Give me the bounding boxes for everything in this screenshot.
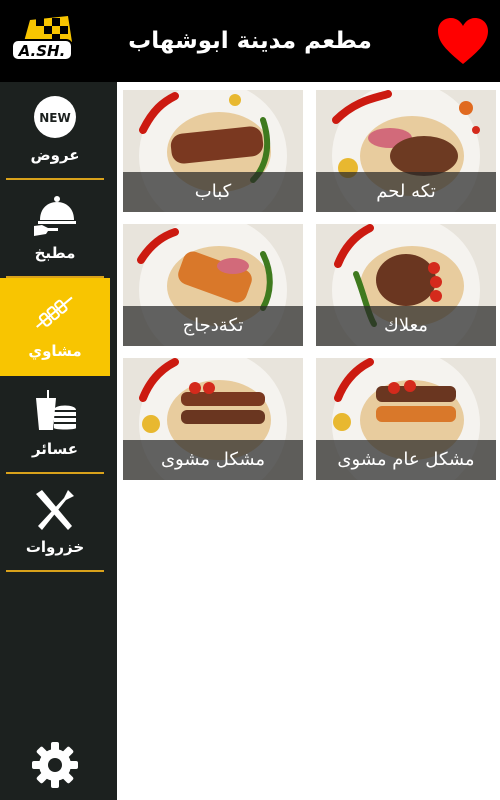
menu-item-tikka-lahm[interactable]: تكه لحم: [316, 90, 496, 212]
sidebar-item-kitchen[interactable]: مطبخ: [0, 180, 110, 278]
fork-knife-icon: [36, 490, 74, 530]
sidebar-item-salads[interactable]: خزروات: [0, 474, 110, 572]
menu-item-mixed-grill-general[interactable]: مشكل عام مشوى: [316, 358, 496, 480]
menu-item-tikka-dajaj[interactable]: تكةدجاج: [123, 224, 303, 346]
drink-burger-icon: [36, 390, 76, 430]
sidebar-item-offers[interactable]: NEW عروض: [0, 82, 110, 180]
divider: [6, 570, 104, 572]
new-badge-text: NEW: [39, 111, 70, 125]
menu-item-label: كباب: [194, 181, 232, 202]
sidebar-item-label: عسائر: [31, 440, 79, 458]
menu-item-kebab[interactable]: كباب: [123, 90, 303, 212]
app-header: A.SH. مطعم مدينة ابوشهاب: [0, 0, 500, 82]
grill-skewer-icon: [36, 296, 73, 328]
logo: A.SH.: [11, 16, 73, 61]
page-title: مطعم مدينة ابوشهاب: [128, 28, 372, 54]
logo-text: A.SH.: [18, 42, 66, 60]
heart-icon[interactable]: [436, 16, 490, 66]
menu-item-label: معلاك: [384, 315, 428, 336]
menu-item-label: مشكل عام مشوى: [337, 449, 475, 470]
gear-icon[interactable]: [30, 740, 80, 790]
menu-item-mixed-grill[interactable]: مشكل مشوى: [123, 358, 303, 480]
sidebar-item-label: عروض: [30, 146, 80, 164]
menu-item-label: مشكل مشوى: [160, 449, 266, 470]
sidebar-item-label: مطبخ: [34, 244, 76, 262]
sidebar-item-label: خزروات: [25, 538, 85, 556]
menu-item-maalak[interactable]: معلاك: [316, 224, 496, 346]
new-badge-icon: NEW: [34, 96, 76, 138]
menu-item-label: تكةدجاج: [182, 315, 244, 336]
sidebar-item-juices[interactable]: عسائر: [0, 376, 110, 474]
sidebar-item-grills[interactable]: مشاوي: [0, 278, 110, 376]
sidebar: NEW عروض مطبخ مشاوي عسائر خزروات: [0, 82, 117, 800]
menu-item-label: تكه لحم: [376, 181, 436, 202]
sidebar-item-label: مشاوي: [28, 342, 82, 360]
cloche-icon: [34, 196, 76, 236]
